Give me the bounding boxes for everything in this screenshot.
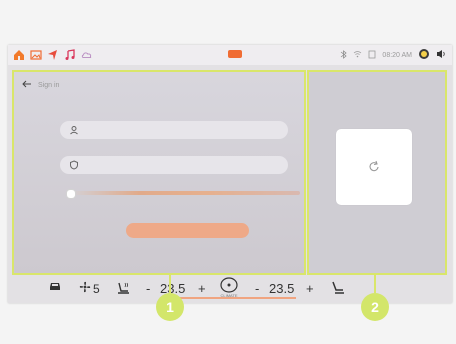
assistant-icon[interactable] (418, 48, 430, 62)
left-temp-decrease[interactable]: - (146, 281, 150, 296)
fan-speed-value: 5 (93, 281, 100, 296)
home-icon[interactable] (13, 49, 25, 61)
callout-1: 1 (156, 293, 184, 321)
climate-button[interactable]: CLIMATE (220, 277, 238, 298)
qr-panel (307, 70, 447, 275)
username-field[interactable] (60, 121, 288, 139)
climate-accent-line (176, 297, 296, 299)
right-temp-value: 23.5 (269, 281, 295, 296)
refresh-icon[interactable] (367, 160, 381, 174)
cloud-icon[interactable] (81, 49, 93, 61)
status-right: 08:20 AM (340, 48, 446, 62)
battery-icon (368, 50, 376, 61)
car-icon[interactable] (48, 281, 62, 291)
music-icon[interactable] (64, 49, 76, 61)
callout-2: 2 (361, 293, 389, 321)
right-temp-increase[interactable]: + (306, 281, 314, 296)
wifi-icon (353, 50, 362, 60)
navigation-icon[interactable] (47, 49, 59, 61)
bluetooth-icon (340, 49, 348, 61)
climate-icon (220, 277, 238, 293)
back-label: Sign in (38, 81, 60, 89)
status-bar: 08:20 AM (8, 45, 452, 65)
qr-code (336, 129, 412, 205)
user-icon (66, 122, 82, 138)
gallery-icon[interactable] (30, 49, 42, 61)
callout-line-1 (169, 275, 171, 293)
fan-speed[interactable]: 5 (79, 281, 100, 296)
password-field[interactable] (60, 156, 288, 174)
slider-handle[interactable] (66, 189, 76, 199)
agreement-slider[interactable] (66, 189, 300, 199)
back-row[interactable]: Sign in (22, 80, 59, 90)
time-text: 08:20 AM (382, 51, 412, 59)
left-temp-increase[interactable]: + (198, 281, 206, 296)
login-button[interactable] (126, 223, 249, 238)
right-temp-decrease[interactable]: - (255, 281, 259, 296)
seat-icon[interactable] (330, 281, 346, 295)
seat-heat-icon[interactable] (116, 281, 132, 295)
callout-line-2 (374, 275, 376, 293)
shield-icon (66, 157, 82, 173)
infotainment-screen: 08:20 AM Sign in 5 - 23.5 + CLIMATE - 23… (8, 45, 452, 303)
sign-in-panel: Sign in (12, 70, 306, 275)
center-badge[interactable] (228, 50, 242, 58)
volume-icon[interactable] (436, 49, 446, 61)
back-arrow-icon[interactable] (22, 80, 32, 90)
fan-icon (79, 281, 91, 296)
